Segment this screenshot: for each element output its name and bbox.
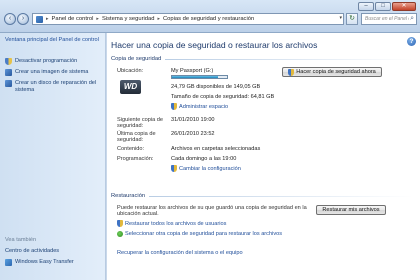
shield-icon (288, 68, 295, 76)
restore-all-users-link[interactable]: Restaurar todos los archivos de usuarios (117, 220, 226, 227)
breadcrumb-control-panel[interactable]: Panel de control (52, 16, 94, 22)
contents-value: Archivos en carpetas seleccionadas (171, 146, 261, 152)
location-value: My Passport (G:) (171, 68, 214, 74)
restore-description: Puede restaurar los archivos de su que g… (117, 205, 307, 218)
recover-system-link[interactable]: Recuperar la configuración del sistema o… (117, 250, 243, 256)
nav-buttons: ‹ › (4, 13, 29, 25)
restore-my-files-button[interactable]: Restaurar mis archivos (316, 205, 386, 215)
sidebar-link-label: Centro de actividades (5, 248, 60, 254)
select-other-backup-link-text: Seleccionar otra copia de seguridad para… (125, 231, 283, 237)
breadcrumb-backup-restore[interactable]: Copias de seguridad y restauración (163, 16, 254, 22)
system-image-icon (5, 69, 12, 76)
contents-label: Contenido: (117, 146, 145, 152)
transfer-icon (5, 259, 12, 266)
restore-heading-text: Restauración (111, 193, 146, 199)
manage-space-link-text: Administrar espacio (179, 103, 229, 110)
page-title: Hacer una copia de seguridad o restaurar… (111, 40, 318, 50)
sidebar-task-repair-disc[interactable]: Crear un disco de reparación del sistema (5, 80, 105, 94)
free-space-text: 24,79 GB disponibles de 149,05 GB (171, 84, 261, 90)
disk-usage-bar (171, 75, 228, 79)
select-other-backup-link[interactable]: Seleccionar otra copia de seguridad para… (117, 231, 282, 237)
address-bar[interactable]: ▸ Panel de control ▸ Sistema y seguridad… (32, 13, 344, 25)
search-placeholder: Buscar en el Panel de control (365, 16, 409, 22)
next-backup-label: Siguiente copia de seguridad: (117, 117, 164, 130)
restore-all-users-link-text: Restaurar todos los archivos de usuarios (125, 220, 227, 227)
forward-button[interactable]: › (17, 13, 29, 25)
refresh-icon[interactable]: ↻ (346, 13, 358, 25)
sidebar: Ventana principal del Panel de control D… (0, 33, 106, 280)
breadcrumb-separator-icon: ▸ (157, 16, 160, 22)
help-icon[interactable]: ? (407, 37, 416, 46)
window-controls: – □ ✕ (358, 2, 416, 11)
sidebar-task-disable-schedule[interactable]: Desactivar programación (5, 58, 105, 65)
shield-icon (117, 220, 123, 227)
sidebar-task-label: Desactivar programación (15, 58, 78, 64)
see-also-heading: Vea también (5, 237, 37, 243)
disk-usage-fill (172, 76, 218, 78)
back-button[interactable]: ‹ (4, 13, 16, 25)
title-bar: – □ ✕ ‹ › ▸ Panel de control ▸ Sistema y… (0, 0, 420, 33)
shield-icon (171, 103, 177, 110)
last-backup-value: 26/01/2010 23:52 (171, 131, 215, 137)
section-divider (165, 58, 413, 60)
maximize-button[interactable]: □ (375, 2, 391, 11)
backup-now-button[interactable]: Hacer copia de seguridad ahora (282, 67, 382, 77)
close-button[interactable]: ✕ (392, 2, 416, 11)
search-icon[interactable]: ⌕ (410, 14, 414, 24)
recover-system-link-text: Recuperar la configuración del sistema o… (117, 250, 243, 256)
next-backup-value: 31/01/2010 19:00 (171, 117, 215, 123)
search-input[interactable]: Buscar en el Panel de control ⌕ (361, 13, 417, 25)
sidebar-task-label: Crear una imagen de sistema (15, 69, 89, 75)
shield-icon (5, 58, 12, 65)
change-config-link[interactable]: Cambiar la configuración (171, 165, 241, 172)
sidebar-task-label: Crear un disco de reparación del sistema (15, 80, 97, 93)
wd-drive-logo: WD (120, 80, 141, 94)
last-backup-label: Última copia de seguridad: (117, 131, 156, 144)
breadcrumb-system-security[interactable]: Sistema y seguridad (102, 16, 155, 22)
section-divider (149, 195, 413, 197)
breadcrumb-separator-icon: ▸ (46, 16, 49, 22)
breadcrumb-separator-icon: ▸ (96, 16, 99, 22)
change-config-link-text: Cambiar la configuración (179, 165, 241, 172)
schedule-value: Cada domingo a las 19:00 (171, 156, 237, 162)
backup-size-text: Tamaño de copia de seguridad: 64,81 GB (171, 94, 275, 100)
control-panel-icon (36, 15, 43, 23)
arrow-icon (117, 231, 123, 237)
minimize-button[interactable]: – (358, 2, 374, 11)
main-content: ? Hacer una copia de seguridad o restaur… (107, 33, 420, 280)
schedule-label: Programación: (117, 156, 154, 162)
backup-section-heading: Copia de seguridad (107, 54, 413, 64)
sidebar-link-action-center[interactable]: Centro de actividades (5, 248, 59, 254)
sidebar-home-link[interactable]: Ventana principal del Panel de control (5, 37, 103, 44)
backup-now-label: Hacer copia de seguridad ahora (296, 69, 376, 75)
sidebar-link-label: Windows Easy Transfer (15, 259, 74, 265)
restore-section-heading: Restauración (107, 191, 413, 201)
sidebar-link-easy-transfer[interactable]: Windows Easy Transfer (5, 259, 74, 266)
backup-heading-text: Copia de seguridad (111, 56, 162, 62)
address-dropdown-icon[interactable]: ▾ (339, 15, 342, 21)
manage-space-link[interactable]: Administrar espacio (171, 103, 228, 110)
disc-icon (5, 80, 12, 87)
shield-icon (171, 165, 177, 172)
location-label: Ubicación: (117, 68, 144, 74)
sidebar-task-system-image[interactable]: Crear una imagen de sistema (5, 69, 105, 76)
